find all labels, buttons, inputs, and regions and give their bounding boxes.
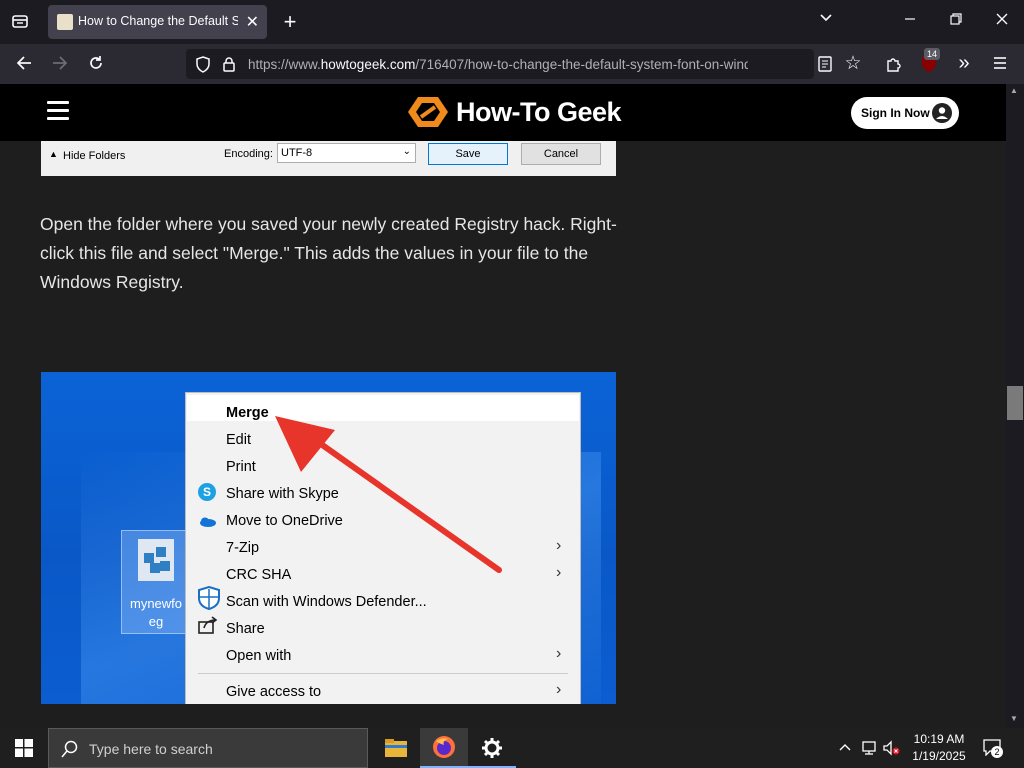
- search-icon: [61, 740, 78, 758]
- menu-item-share: Share: [226, 621, 265, 637]
- system-clock[interactable]: 10:19 AM 1/19/2025: [900, 731, 978, 765]
- settings-app[interactable]: [468, 728, 516, 768]
- navigation-toolbar: https://www.howtogeek.com/716407/how-to-…: [0, 44, 1024, 84]
- submenu-arrow-icon: ›: [556, 564, 562, 581]
- network-icon[interactable]: [860, 740, 878, 761]
- htg-logo-icon: [408, 97, 448, 127]
- menu-item-give-access: Give access to: [226, 684, 322, 700]
- hamburger-menu-icon[interactable]: [47, 101, 69, 121]
- encoding-label: Encoding:: [224, 148, 273, 160]
- reg-file-desktop-icon: mynewfo eg: [121, 530, 189, 634]
- encoding-select: UTF-8 ⌄: [277, 143, 416, 163]
- extensions-icon[interactable]: [882, 55, 904, 77]
- menu-item-defender: Scan with Windows Defender...: [226, 594, 427, 610]
- extension-badge: 14: [924, 48, 941, 60]
- folder-icon: [385, 739, 407, 757]
- windows-logo-icon: [15, 739, 33, 757]
- url-text: https://www.howtogeek.com/716407/how-to-…: [248, 57, 748, 72]
- menu-item-7zip: 7-Zip: [226, 540, 260, 556]
- article-paragraph: Open the folder where you saved your new…: [40, 214, 617, 292]
- site-header: How-To Geek Sign In Now: [0, 84, 1006, 141]
- new-tab-icon[interactable]: +: [278, 9, 302, 35]
- app-menu-icon[interactable]: [989, 56, 1011, 75]
- close-tab-icon[interactable]: ✕: [246, 12, 259, 32]
- firefox-icon: [433, 736, 455, 758]
- active-tab[interactable]: How to Change the Default Sys ✕: [48, 5, 267, 39]
- menu-item-open-with: Open with: [226, 648, 292, 664]
- show-hidden-icons-chevron-icon[interactable]: [838, 740, 852, 759]
- notification-center-icon[interactable]: 2: [982, 738, 1004, 758]
- window-close-icon[interactable]: [990, 12, 1014, 31]
- ublock-extension-icon[interactable]: 14: [918, 48, 941, 75]
- tab-title: How to Change the Default Sys: [78, 14, 238, 28]
- gear-icon: [482, 738, 502, 758]
- lock-icon[interactable]: [220, 56, 238, 78]
- reload-icon[interactable]: [84, 54, 108, 77]
- restore-icon[interactable]: [944, 12, 968, 31]
- article-image-context-menu: mynewfo eg Merge Edit Print S Share with…: [41, 372, 616, 704]
- page-scrollbar[interactable]: ▲ ▼: [1006, 84, 1024, 728]
- bookmark-star-icon[interactable]: ☆: [842, 54, 864, 74]
- favicon-icon: [57, 14, 73, 30]
- sign-in-button[interactable]: Sign In Now: [851, 97, 959, 129]
- forward-icon[interactable]: [48, 54, 72, 77]
- taskbar-search-box[interactable]: Type here to search: [48, 728, 368, 768]
- back-icon[interactable]: [12, 54, 36, 77]
- chevron-down-icon[interactable]: [814, 10, 838, 31]
- menu-separator: [198, 673, 568, 674]
- minimize-icon[interactable]: [898, 12, 922, 31]
- tracking-shield-icon[interactable]: [194, 56, 212, 78]
- file-name: mynewfo eg: [129, 596, 183, 629]
- more-tools-icon[interactable]: »: [953, 53, 975, 73]
- hide-folders-label: Hide Folders: [63, 150, 126, 162]
- file-explorer-app[interactable]: [372, 728, 420, 768]
- scrollbar-thumb[interactable]: [1007, 386, 1023, 420]
- onedrive-icon: [198, 515, 216, 531]
- submenu-arrow-icon: ›: [556, 537, 562, 554]
- chevron-up-icon: ▲: [49, 149, 58, 159]
- defender-shield-icon: [197, 585, 221, 614]
- menu-item-edit: Edit: [226, 432, 251, 448]
- url-bar[interactable]: https://www.howtogeek.com/716407/how-to-…: [186, 49, 814, 79]
- web-page: How-To Geek Sign In Now ▲ Hide Folders E…: [0, 84, 1006, 728]
- tab-strip: How to Change the Default Sys ✕ +: [0, 0, 1024, 44]
- registry-file-icon: [138, 539, 174, 581]
- clock-date: 1/19/2025: [912, 749, 966, 763]
- scroll-down-arrow-icon[interactable]: ▼: [1010, 714, 1018, 723]
- menu-item-print: Print: [226, 459, 256, 475]
- user-avatar-icon: [932, 103, 952, 123]
- reader-view-icon[interactable]: [815, 56, 835, 77]
- start-button[interactable]: [0, 728, 48, 768]
- skype-icon: S: [198, 483, 216, 501]
- submenu-arrow-icon: ›: [556, 645, 562, 662]
- tab-list-icon[interactable]: [10, 12, 30, 32]
- cancel-button: Cancel: [521, 143, 601, 165]
- submenu-arrow-icon: ›: [556, 681, 562, 698]
- dropdown-arrow-icon: ⌄: [402, 146, 411, 157]
- article-image-save-dialog: ▲ Hide Folders Encoding: UTF-8 ⌄ Save Ca…: [41, 141, 616, 176]
- volume-muted-icon[interactable]: [882, 740, 900, 761]
- notification-badge: 2: [991, 746, 1003, 758]
- clock-time: 10:19 AM: [913, 732, 965, 746]
- red-arrow-annotation: [275, 416, 502, 573]
- scroll-up-arrow-icon[interactable]: ▲: [1010, 86, 1018, 95]
- save-button: Save: [428, 143, 508, 165]
- firefox-app[interactable]: [420, 728, 468, 768]
- windows-taskbar: Type here to search 10:19 AM 1/19/2025 2: [0, 728, 1024, 768]
- share-icon: [197, 616, 219, 638]
- menu-item-merge: Merge: [226, 405, 269, 421]
